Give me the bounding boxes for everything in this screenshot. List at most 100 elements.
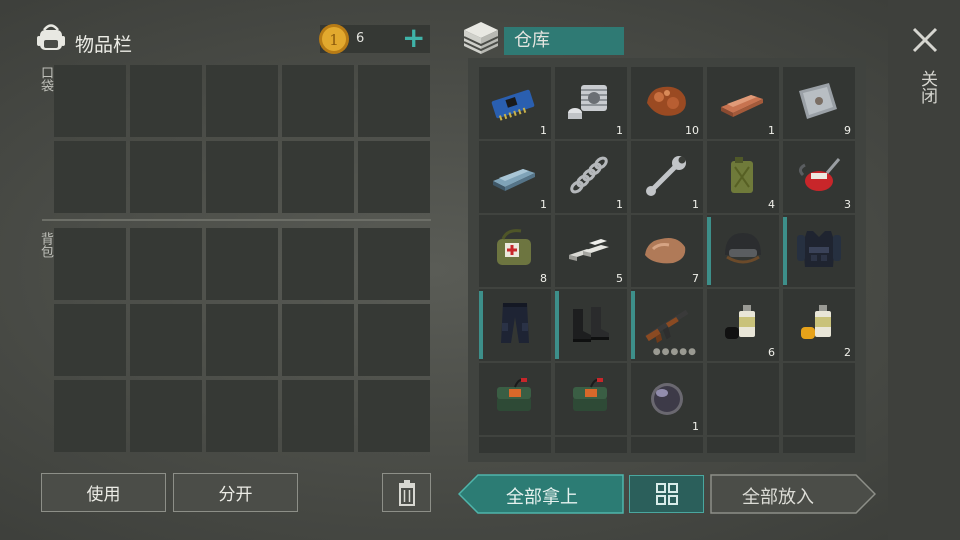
storage-slot-empty[interactable] bbox=[631, 437, 703, 453]
svg-text:1: 1 bbox=[329, 31, 339, 49]
item-count: 8 bbox=[540, 272, 547, 285]
inventory-title: 物品栏 bbox=[75, 34, 133, 56]
pocket-slot[interactable] bbox=[282, 65, 354, 137]
jerry-can-icon bbox=[713, 147, 773, 203]
storage-slot-empty[interactable] bbox=[555, 437, 627, 453]
coin-icon: 1 bbox=[317, 22, 351, 56]
pocket-slot[interactable] bbox=[54, 141, 126, 213]
pocket-slot[interactable] bbox=[206, 65, 278, 137]
storage-slot-black-spray-paint[interactable]: 6 bbox=[707, 289, 779, 361]
storage-slot-tactical-helmet[interactable] bbox=[707, 215, 779, 287]
add-coins-button[interactable]: + bbox=[402, 21, 425, 54]
backpack-slot[interactable] bbox=[54, 304, 126, 376]
storage-slot-explosive-charge[interactable] bbox=[479, 363, 551, 435]
police-vest-icon bbox=[789, 221, 849, 277]
storage-slot-police-vest[interactable] bbox=[783, 215, 855, 287]
storage-slot-iron-ingot[interactable]: 1 bbox=[479, 141, 551, 213]
storage-slot-empty[interactable] bbox=[783, 363, 855, 435]
pocket-slot[interactable] bbox=[54, 65, 126, 137]
backpack-slot[interactable] bbox=[130, 304, 202, 376]
storage-slot-copper-ore[interactable]: 10 bbox=[631, 67, 703, 139]
item-count: 5 bbox=[616, 272, 623, 285]
storage-slot-empty[interactable] bbox=[783, 437, 855, 453]
item-count: 2 bbox=[844, 346, 851, 359]
close-icon[interactable] bbox=[912, 27, 938, 53]
storage-slot-police-pants[interactable] bbox=[479, 289, 551, 361]
backpack-slot[interactable] bbox=[130, 228, 202, 300]
backpack-slot[interactable] bbox=[282, 228, 354, 300]
explosive-charge-icon bbox=[485, 369, 545, 425]
tactical-helmet-icon bbox=[713, 221, 773, 277]
equippable-marker bbox=[479, 291, 483, 359]
storage-title: 仓库 bbox=[504, 27, 624, 55]
pocket-slot[interactable] bbox=[206, 141, 278, 213]
backpack-slot[interactable] bbox=[54, 380, 126, 452]
storage-slot-scrap-bars[interactable]: 5 bbox=[555, 215, 627, 287]
explosive-charge-icon bbox=[561, 369, 621, 425]
engine-cylinder-icon bbox=[561, 73, 621, 129]
storage-slot-oil-can[interactable]: 3 bbox=[783, 141, 855, 213]
backpack-slot[interactable] bbox=[358, 380, 430, 452]
pocket-slot[interactable] bbox=[282, 141, 354, 213]
stone-icon bbox=[637, 221, 697, 277]
section-divider bbox=[42, 219, 431, 221]
use-button[interactable]: 使用 bbox=[41, 473, 166, 512]
storage-slot-yellow-spray-paint[interactable]: 2 bbox=[783, 289, 855, 361]
copper-ore-icon bbox=[637, 73, 697, 129]
storage-box-icon bbox=[460, 18, 502, 58]
pocket-slot[interactable] bbox=[358, 141, 430, 213]
spring-icon bbox=[561, 147, 621, 203]
backpack-slot[interactable] bbox=[130, 380, 202, 452]
storage-slot-circuit-board[interactable]: 1 bbox=[479, 67, 551, 139]
storage-slot-spring[interactable]: 1 bbox=[555, 141, 627, 213]
item-count: 1 bbox=[692, 198, 699, 211]
storage-slot-stone[interactable]: 7 bbox=[631, 215, 703, 287]
item-count: 1 bbox=[540, 124, 547, 137]
item-count: 1 bbox=[692, 420, 699, 433]
item-count: 10 bbox=[685, 124, 699, 137]
trash-button[interactable] bbox=[382, 473, 431, 512]
item-count: 1 bbox=[768, 124, 775, 137]
pocket-slot[interactable] bbox=[358, 65, 430, 137]
backpack-slot[interactable] bbox=[358, 304, 430, 376]
item-count: 9 bbox=[844, 124, 851, 137]
put-all-button[interactable]: 全部放入 bbox=[710, 474, 877, 518]
wrench-icon bbox=[637, 147, 697, 203]
storage-slot-jerry-can[interactable]: 4 bbox=[707, 141, 779, 213]
storage-slot-empty[interactable] bbox=[707, 437, 779, 453]
storage-slot-explosive-charge[interactable] bbox=[555, 363, 627, 435]
metal-plate-icon bbox=[789, 73, 849, 129]
circuit-board-icon bbox=[485, 73, 545, 129]
storage-slot-assault-rifle[interactable]: ●●●●● bbox=[631, 289, 703, 361]
split-button[interactable]: 分开 bbox=[173, 473, 298, 512]
storage-slot-engine-cylinder[interactable]: 1 bbox=[555, 67, 627, 139]
backpack-slot[interactable] bbox=[206, 380, 278, 452]
item-count: 7 bbox=[692, 272, 699, 285]
storage-slot-boots[interactable] bbox=[555, 289, 627, 361]
coin-count: 6 bbox=[356, 31, 365, 46]
storage-slot-copper-ingot[interactable]: 1 bbox=[707, 67, 779, 139]
storage-slot-medical-bag[interactable]: 8 bbox=[479, 215, 551, 287]
backpack-slot[interactable] bbox=[206, 228, 278, 300]
sort-grid-button[interactable] bbox=[629, 475, 704, 513]
equippable-marker bbox=[707, 217, 711, 285]
pocket-slot[interactable] bbox=[130, 141, 202, 213]
backpack-slot[interactable] bbox=[282, 380, 354, 452]
take-all-button[interactable]: 全部拿上 bbox=[457, 474, 624, 518]
iron-ingot-icon bbox=[485, 147, 545, 203]
storage-slot-lens[interactable]: 1 bbox=[631, 363, 703, 435]
storage-slot-empty[interactable] bbox=[479, 437, 551, 453]
storage-slot-metal-plate[interactable]: 9 bbox=[783, 67, 855, 139]
backpack-slot[interactable] bbox=[358, 228, 430, 300]
pocket-slot[interactable] bbox=[130, 65, 202, 137]
backpack-slot[interactable] bbox=[206, 304, 278, 376]
backpack-icon bbox=[34, 20, 68, 54]
lens-icon bbox=[637, 369, 697, 425]
storage-slot-empty[interactable] bbox=[707, 363, 779, 435]
close-label[interactable]: 关闭 bbox=[915, 70, 940, 104]
backpack-slot[interactable] bbox=[54, 228, 126, 300]
equippable-marker bbox=[631, 291, 635, 359]
storage-slot-wrench[interactable]: 1 bbox=[631, 141, 703, 213]
scrap-bars-icon bbox=[561, 221, 621, 277]
backpack-slot[interactable] bbox=[282, 304, 354, 376]
